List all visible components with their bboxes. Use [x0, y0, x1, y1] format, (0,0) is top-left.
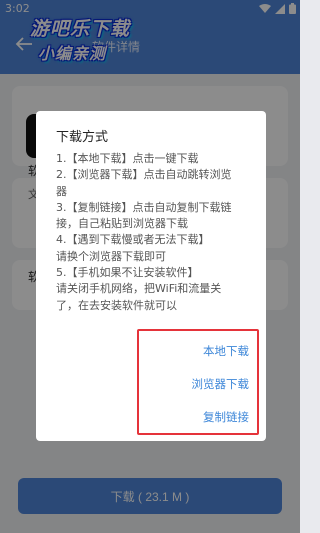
dialog-title: 下载方式	[56, 130, 109, 145]
download-method-dialog: 下载方式 1.【本地下载】点击一键下载 2.【浏览器下载】点击自动跳转浏览 器 …	[36, 111, 266, 441]
copy-link-button[interactable]: 复制链接	[203, 409, 249, 425]
dialog-line: 器	[56, 184, 67, 198]
dialog-body: 1.【本地下载】点击一键下载 2.【浏览器下载】点击自动跳转浏览 器 3.【复制…	[56, 151, 254, 314]
browser-download-button[interactable]: 浏览器下载	[192, 376, 250, 392]
dialog-line: 请关闭手机网络，把WiFi和流量关	[56, 282, 222, 296]
local-download-button[interactable]: 本地下载	[203, 343, 249, 359]
dialog-line: 4.【遇到下载慢或者无法下载】	[56, 233, 210, 247]
actions-highlight-box: 本地下载 浏览器下载 复制链接	[137, 329, 259, 435]
dialog-line: 5.【手机如果不让安装软件】	[56, 266, 199, 280]
dialog-line: 了，在去安装软件就可以	[56, 298, 177, 312]
dialog-line: 请换个浏览器下载即可	[56, 249, 166, 263]
dialog-line: 1.【本地下载】点击一键下载	[56, 152, 199, 165]
dialog-line: 3.【复制链接】点击自动复制下载链	[56, 200, 232, 214]
dialog-line: 接，自己粘贴到浏览器下载	[56, 217, 188, 231]
dialog-line: 2.【浏览器下载】点击自动跳转浏览	[56, 168, 232, 182]
